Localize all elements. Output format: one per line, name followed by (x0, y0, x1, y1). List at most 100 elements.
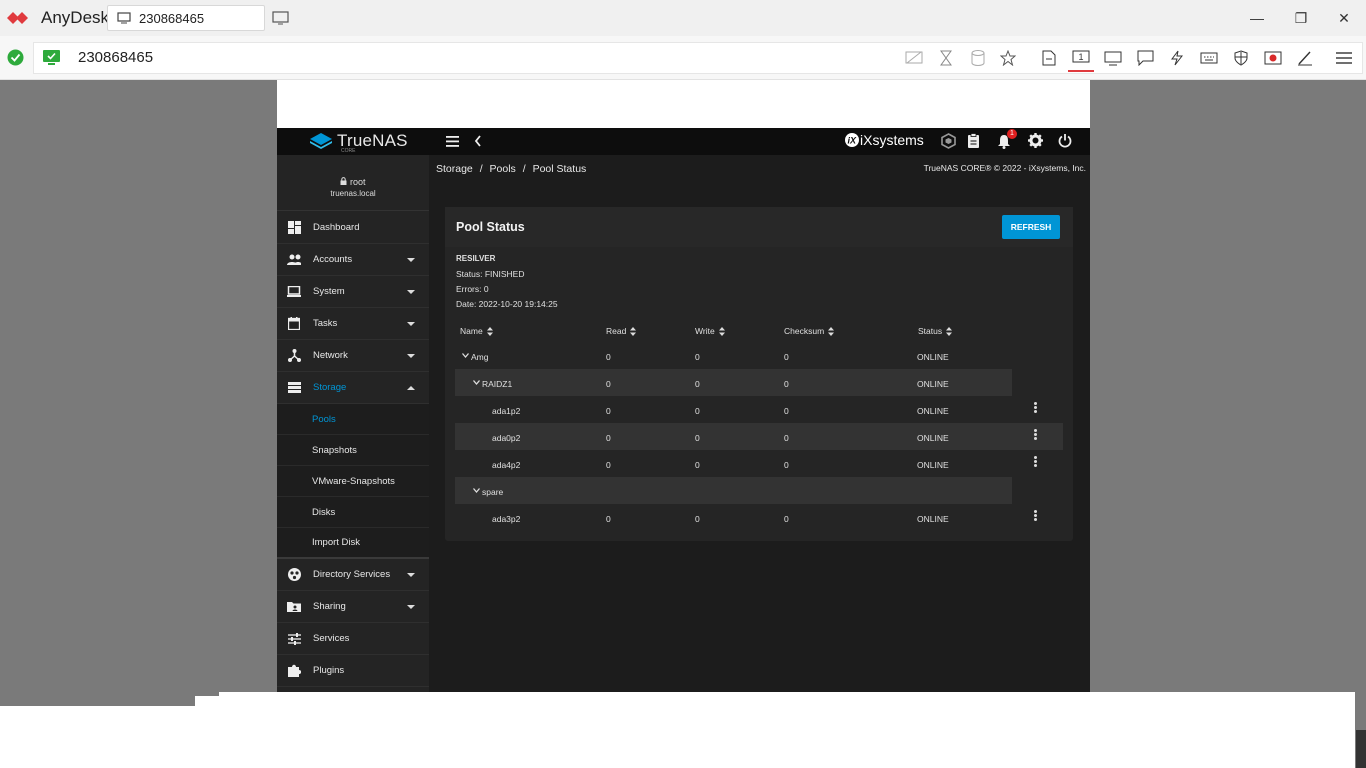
column-header-checksum[interactable]: Checksum (784, 326, 835, 337)
cell-name: ada1p2 (492, 406, 521, 416)
menu-icon[interactable] (1334, 48, 1354, 68)
sidebar-item-label: Plugins (313, 665, 345, 676)
monitor-icon (117, 12, 131, 24)
sidebar-item-storage[interactable]: Storage (277, 372, 429, 404)
breadcrumb-storage[interactable]: Storage (436, 163, 473, 175)
restore-button[interactable]: ❐ (1278, 0, 1324, 36)
vendor-name: iXsystems (860, 132, 924, 148)
more-options-icon[interactable] (1032, 456, 1038, 468)
scrollbar[interactable] (1356, 730, 1366, 768)
subitem-label: Snapshots (312, 444, 357, 456)
chevron-down-icon[interactable] (473, 488, 480, 493)
cell-write: 0 (695, 379, 700, 389)
sidebar-subitem-snapshots[interactable]: Snapshots (277, 435, 429, 466)
truecommand-icon[interactable] (941, 133, 956, 149)
remote-blank-area (277, 80, 1090, 128)
chevron-down-icon[interactable] (473, 380, 480, 385)
close-button[interactable]: ✕ (1321, 0, 1366, 36)
sidebar-item-tasks[interactable]: Tasks (277, 308, 429, 340)
display-1-icon[interactable]: 1 (1071, 48, 1091, 68)
cell-name: ada3p2 (492, 514, 521, 524)
power-icon[interactable] (1058, 133, 1072, 148)
shield-icon[interactable] (1231, 48, 1251, 68)
caret-up-icon (407, 385, 415, 390)
column-header-name[interactable]: Name (460, 326, 493, 337)
sidebar-subitem-pools[interactable]: Pools (277, 404, 429, 435)
cell-checksum: 0 (784, 433, 789, 443)
keyboard-icon[interactable] (1199, 48, 1219, 68)
user-panel: root truenas.local (277, 155, 429, 211)
cell-status: ONLINE (917, 514, 949, 524)
remote-desk-icon (43, 50, 60, 65)
sliders-icon (287, 632, 301, 646)
monitor-icon[interactable] (1103, 48, 1123, 68)
sidebar-item-sharing[interactable]: Sharing (277, 591, 429, 623)
sidebar-item-plugins[interactable]: Plugins (277, 655, 429, 687)
sidebar-item-label: Network (313, 350, 348, 361)
hostname: truenas.local (330, 189, 376, 198)
remote-blank-area (0, 706, 195, 768)
sort-icon (630, 327, 637, 337)
sidebar-item-services[interactable]: Services (277, 623, 429, 655)
cell-checksum: 0 (784, 352, 789, 362)
cell-name: RAIDZ1 (482, 379, 513, 389)
sidebar-item-accounts[interactable]: Accounts (277, 244, 429, 276)
resilver-heading: RESILVER (456, 254, 496, 263)
database-icon[interactable] (968, 48, 988, 68)
hourglass-icon[interactable] (936, 48, 956, 68)
cell-status: ONLINE (917, 460, 949, 470)
sidebar-subitem-vmware-snapshots[interactable]: VMware-Snapshots (277, 466, 429, 497)
sidebar-item-system[interactable]: System (277, 276, 429, 308)
new-session-icon[interactable] (272, 10, 290, 26)
remote-screen[interactable]: TrueNAS CORE iX iXsystems 1 root truenas… (277, 80, 1090, 692)
session-tab[interactable]: 230868465 (107, 5, 265, 31)
sidebar-subitem-import-disk[interactable]: Import Disk (277, 528, 429, 559)
remote-blank-area (219, 692, 1355, 768)
more-options-icon[interactable] (1032, 402, 1038, 414)
clipboard-icon[interactable] (967, 133, 980, 149)
cell-write: 0 (695, 460, 700, 470)
sidebar-subitem-disks[interactable]: Disks (277, 497, 429, 528)
sidebar-item-label: Accounts (313, 254, 353, 265)
sort-icon (946, 327, 953, 337)
hamburger-icon[interactable] (446, 136, 459, 147)
minimize-button[interactable]: — (1234, 0, 1280, 36)
subitem-label: Import Disk (312, 537, 361, 548)
column-header-read[interactable]: Read (606, 326, 637, 337)
accounts-icon (287, 253, 301, 267)
more-options-icon[interactable] (1032, 429, 1038, 441)
sidebar-item-label: Dashboard (313, 222, 360, 233)
privacy-icon[interactable] (904, 48, 924, 68)
more-options-icon[interactable] (1032, 510, 1038, 522)
sidebar: root truenas.local Dashboard Accounts Sy… (277, 155, 429, 692)
file-transfer-icon[interactable] (1039, 48, 1059, 68)
address-field[interactable] (33, 42, 1363, 74)
chevron-left-icon[interactable] (474, 135, 482, 147)
notification-badge: 1 (1007, 129, 1017, 139)
anydesk-titlebar: AnyDesk 230868465 — ❐ ✕ (0, 0, 1366, 36)
breadcrumb: Storage / Pools / Pool Status (436, 163, 586, 175)
tab-label: 230868465 (139, 10, 205, 26)
pen-icon[interactable] (1295, 48, 1315, 68)
refresh-button[interactable]: REFRESH (1002, 215, 1060, 239)
breadcrumb-pools[interactable]: Pools (490, 163, 516, 175)
lightning-icon[interactable] (1167, 48, 1187, 68)
sidebar-item-label: Tasks (313, 318, 338, 329)
settings-gear-icon[interactable] (1028, 133, 1043, 148)
sidebar-item-dashboard[interactable]: Dashboard (277, 212, 429, 244)
caret-down-icon (407, 257, 415, 262)
svg-text:iX: iX (848, 136, 858, 146)
sort-icon (486, 327, 493, 337)
sidebar-item-directory-services[interactable]: Directory Services (277, 559, 429, 591)
column-header-write[interactable]: Write (695, 326, 725, 337)
ix-mark-icon: iX (845, 133, 859, 147)
sidebar-item-network[interactable]: Network (277, 340, 429, 372)
favorite-star-icon[interactable] (998, 48, 1018, 68)
column-header-status[interactable]: Status (918, 326, 953, 337)
chat-icon[interactable] (1135, 48, 1155, 68)
pool-status-card: Pool Status REFRESH RESILVER Status: FIN… (445, 207, 1073, 541)
record-icon[interactable] (1263, 48, 1283, 68)
chevron-down-icon[interactable] (462, 353, 469, 358)
table-row-disk: ada4p2 0 0 0 ONLINE (455, 450, 1063, 477)
calendar-icon (287, 317, 301, 331)
